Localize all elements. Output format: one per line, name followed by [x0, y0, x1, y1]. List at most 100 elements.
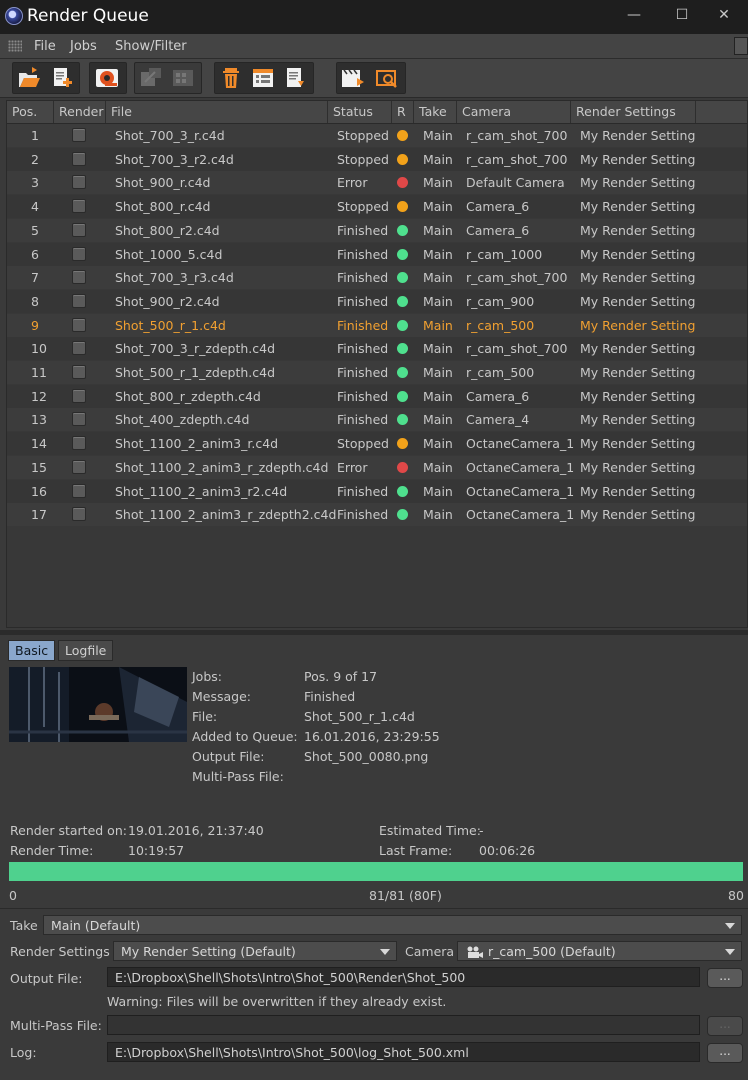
row-pos: 3 [31, 175, 39, 191]
header-render[interactable]: Render [54, 101, 106, 123]
render-checkbox[interactable] [72, 270, 86, 285]
output-file-label: Output File: [10, 971, 83, 986]
table-row[interactable]: 5 Shot_800_r2.c4d Finished Main Camera_6 My R… [7, 218, 747, 242]
header-status[interactable]: Status [328, 101, 392, 123]
maximize-button[interactable]: ☐ [670, 6, 694, 24]
job-report-icon[interactable] [281, 64, 309, 92]
take-dropdown[interactable]: Main (Default) [43, 915, 742, 935]
table-row[interactable]: 8 Shot_900_r2.c4d Finished Main r_cam_900 My … [7, 289, 747, 313]
overwrite-warning: Warning: Files will be overwritten if th… [107, 994, 447, 1009]
render-checkbox[interactable] [72, 388, 86, 403]
progress-end-label: 80 [728, 888, 744, 903]
table-row[interactable]: 15 Shot_1100_2_anim3_r_zdepth.c4d Error Mai… [7, 455, 747, 479]
row-file: Shot_800_r_zdepth.c4d [115, 388, 261, 404]
last-frame-value: 00:06:26 [479, 843, 536, 858]
header-render-settings[interactable]: Render Settings [571, 101, 696, 123]
tab-basic[interactable]: Basic [8, 640, 56, 661]
render-checkbox[interactable] [72, 175, 86, 190]
menu-file[interactable]: File [34, 39, 56, 54]
menu-jobs[interactable]: Jobs [70, 39, 97, 54]
take-label: Take [10, 918, 38, 933]
status-dot-icon [397, 248, 408, 260]
render-checkbox[interactable] [72, 199, 86, 214]
row-pos: 15 [31, 459, 47, 475]
row-camera: r_cam_shot_700 [466, 270, 568, 286]
table-row[interactable]: 13 Shot_400_zdepth.c4d Finished Main Camera_… [7, 408, 747, 432]
render-checkbox[interactable] [72, 459, 86, 474]
render-checkbox[interactable] [72, 128, 86, 142]
render-checkbox[interactable] [72, 483, 86, 498]
close-button[interactable]: ✕ [712, 6, 736, 24]
menu-show-filter[interactable]: Show/Filter [115, 39, 187, 54]
row-status: Finished [337, 365, 389, 380]
table-row[interactable]: 9 Shot_500_r_1.c4d Finished Main r_cam_500 My… [7, 313, 747, 337]
render-checkbox[interactable] [72, 151, 86, 166]
render-checkbox[interactable] [72, 507, 86, 522]
clapper-render-icon[interactable] [339, 64, 367, 92]
panel-splitter[interactable] [0, 630, 748, 635]
picture-viewer-icon[interactable] [373, 64, 401, 92]
header-r[interactable]: R [392, 101, 414, 123]
tab-logfile[interactable]: Logfile [58, 640, 114, 661]
grip-icon[interactable] [8, 40, 22, 52]
delete-job-icon[interactable] [217, 64, 245, 92]
multipass-browse-button[interactable]: ... [707, 1016, 743, 1036]
render-started-value: 19.01.2016, 21:37:40 [128, 823, 264, 838]
multipass-file-field[interactable] [107, 1015, 700, 1035]
disabled-tool-icon[interactable] [137, 64, 165, 92]
status-dot-icon [397, 272, 408, 284]
row-status: Finished [337, 483, 389, 499]
render-progress-bar [9, 862, 743, 881]
render-checkbox[interactable] [72, 365, 86, 379]
status-dot-icon [397, 319, 408, 331]
render-checkbox[interactable] [72, 341, 86, 356]
header-camera[interactable]: Camera [457, 101, 571, 123]
render-checkbox[interactable] [72, 412, 86, 427]
table-row[interactable]: 2 Shot_700_3_r2.c4d Stopped Main r_cam_shot_… [7, 147, 747, 171]
table-row[interactable]: 16 Shot_1100_2_anim3_r2.c4d Finished Main Oc… [7, 479, 747, 503]
header-pos[interactable]: Pos. [7, 101, 54, 123]
log-browse-button[interactable]: ... [707, 1043, 743, 1063]
row-pos: 12 [31, 388, 47, 404]
table-row[interactable]: 6 Shot_1000_5.c4d Finished Main r_cam_1000 My… [7, 242, 747, 266]
table-row[interactable]: 7 Shot_700_3_r3.c4d Finished Main r_cam_shot… [7, 266, 747, 290]
table-row[interactable]: 17 Shot_1100_2_anim3_r_zdepth2.c4d Finishe… [7, 503, 747, 527]
disabled-tool-icon-2[interactable] [169, 64, 197, 92]
render-checkbox[interactable] [72, 293, 86, 308]
table-row[interactable]: 1 Shot_700_3_r.c4d Stopped Main r_cam_shot_7… [7, 124, 747, 147]
panel-menu-icon[interactable] [734, 37, 748, 55]
open-folder-icon[interactable] [15, 64, 43, 92]
table-row[interactable]: 12 Shot_800_r_zdepth.c4d Finished Main Camer… [7, 384, 747, 408]
table-row[interactable]: 14 Shot_1100_2_anim3_r.c4d Stopped Main Octa… [7, 432, 747, 456]
camera-dropdown[interactable]: r_cam_500 (Default) [457, 941, 742, 961]
render-checkbox[interactable] [72, 436, 86, 451]
render-settings-dropdown[interactable]: My Render Setting (Default) [113, 941, 397, 961]
row-file: Shot_1100_2_anim3_r_zdepth2.c4d [115, 507, 337, 523]
row-file: Shot_1100_2_anim3_r.c4d [115, 436, 279, 452]
table-row[interactable]: 11 Shot_500_r_1_zdepth.c4d Finished Main r_c… [7, 361, 747, 384]
log-file-field[interactable]: E:\Dropbox\Shell\Shots\Intro\Shot_500\lo… [107, 1042, 700, 1062]
output-file-browse-button[interactable]: ... [707, 968, 743, 988]
row-status: Stopped [337, 128, 389, 143]
render-icon[interactable] [93, 64, 121, 92]
row-take: Main [423, 317, 453, 333]
job-list-icon[interactable] [249, 64, 277, 92]
header-take[interactable]: Take [414, 101, 457, 123]
cinema4d-logo-icon [5, 7, 23, 25]
row-pos: 13 [31, 412, 47, 428]
minimize-button[interactable]: — [622, 6, 646, 24]
add-job-icon[interactable] [47, 64, 75, 92]
title-bar: Render Queue — ☐ ✕ [0, 0, 748, 34]
render-checkbox[interactable] [72, 317, 86, 332]
table-row[interactable]: 10 Shot_700_3_r_zdepth.c4d Finished Main r_c… [7, 337, 747, 361]
row-status: Finished [337, 507, 389, 523]
output-file-field[interactable]: E:\Dropbox\Shell\Shots\Intro\Shot_500\Re… [107, 967, 700, 987]
table-row[interactable]: 3 Shot_900_r.c4d Error Main Default Camera My… [7, 171, 747, 195]
row-status: Finished [337, 293, 389, 309]
header-file[interactable]: File [106, 101, 328, 123]
row-take: Main [423, 151, 453, 167]
table-row[interactable]: 4 Shot_800_r.c4d Stopped Main Camera_6 My Ren… [7, 195, 747, 219]
status-dot-icon [397, 224, 408, 236]
render-checkbox[interactable] [72, 246, 86, 261]
render-checkbox[interactable] [72, 222, 86, 237]
